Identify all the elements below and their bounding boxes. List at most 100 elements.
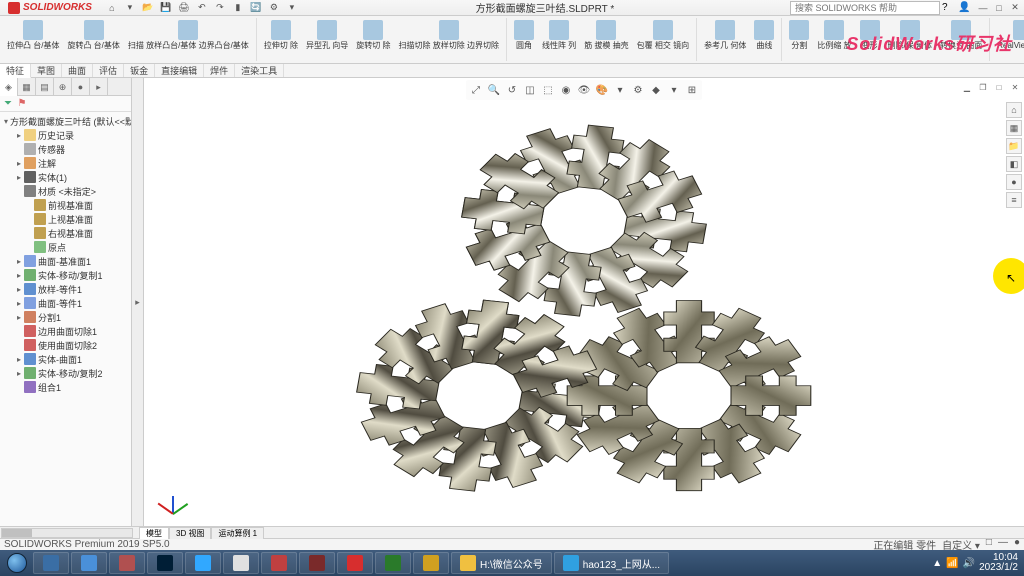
tree-node[interactable]: ▸实体(1) [0,170,131,184]
view-triad[interactable] [152,478,192,518]
tree-node[interactable]: ▸放样-等件1 [0,282,131,296]
status-item[interactable]: ● [1014,537,1020,552]
graphics-viewport[interactable]: ⤢ 🔍 ↺ ◫ ⬚ ◉ 👁 🎨 ▾ ⚙ ◆ ▾ ⊞ ▁ ❐ □ ✕ ⌂ ▦ 📁 … [144,78,1024,526]
motion-tab[interactable]: 运动算例 1 [211,527,264,539]
panel-flyout-handle[interactable]: ▸ [132,78,144,526]
help-icon[interactable]: ? [942,2,956,13]
ribbon-button[interactable]: 圆角 [511,18,537,52]
mdi-close-button[interactable]: ✕ [1008,80,1022,94]
dropdown-icon[interactable]: ▾ [284,1,300,15]
taskbar-app[interactable] [261,552,297,574]
redo-icon[interactable]: ↷ [212,1,228,15]
status-item[interactable]: — [998,537,1008,552]
user-icon[interactable]: 👤 [958,2,972,13]
ribbon-button[interactable]: 拉伸凸 台/基体 [4,18,62,52]
custom-props-icon[interactable]: ≡ [1006,192,1022,208]
panel-overflow[interactable]: ▸ [90,78,108,96]
tree-node[interactable]: 原点 [0,240,131,254]
taskbar-app[interactable] [413,552,449,574]
flag-icon[interactable]: ⚑ [16,98,28,110]
home-icon[interactable]: ⌂ [104,1,120,15]
panel-tab[interactable]: ⊕ [54,78,72,96]
cmd-tab[interactable]: 焊件 [204,64,235,77]
ribbon-button[interactable]: 曲线 [751,18,777,52]
sw-resources-icon[interactable]: ⌂ [1006,102,1022,118]
mdi-min-button[interactable]: ▁ [960,80,974,94]
taskbar-app[interactable] [33,552,69,574]
tree-node[interactable]: 边用曲面切除1 [0,324,131,338]
tree-node[interactable]: 传感器 [0,142,131,156]
open-icon[interactable]: 📂 [140,1,156,15]
tree-node[interactable]: ▸实体-移动/复制2 [0,366,131,380]
motion-tab[interactable]: 模型 [139,527,169,539]
taskbar-app[interactable] [71,552,107,574]
panel-tab[interactable]: ▤ [36,78,54,96]
minimize-button[interactable]: — [976,1,990,15]
tree-node[interactable]: 前视基准面 [0,198,131,212]
ribbon-button[interactable]: 包覆 相交 镜向 [634,18,692,52]
ribbon-button[interactable]: 分割 [786,18,812,52]
taskbar-app[interactable] [223,552,259,574]
cmd-tab[interactable]: 直接编辑 [155,64,204,77]
ribbon-button[interactable]: 扫描 放样凸台/基体 边界凸台/基体 [125,18,252,52]
ribbon-button[interactable]: 拉伸切 除 [261,18,301,52]
cmd-tab[interactable]: 评估 [93,64,124,77]
taskbar-app[interactable] [299,552,335,574]
filter-icon[interactable]: ⏷ [2,98,14,110]
tree-node[interactable]: ▸曲面-基准面1 [0,254,131,268]
tree-root[interactable]: ▾方形截面螺旋三叶结 (默认<<默认>_显 [0,114,131,128]
system-tray[interactable]: ▲ 📶 🔊 10:04 2023/1/2 [932,553,1022,573]
panel-tab[interactable]: ▦ [18,78,36,96]
print-icon[interactable]: 🖨 [176,1,192,15]
tree-node[interactable]: 上视基准面 [0,212,131,226]
status-item[interactable]: 正在编辑 零件 [873,537,936,552]
tray-vol-icon[interactable]: 🔊 [963,558,975,569]
design-lib-icon[interactable]: ▦ [1006,120,1022,136]
cmd-tab[interactable]: 渲染工具 [235,64,284,77]
taskbar-window[interactable]: hao123_上网从... [554,552,669,574]
tree-node[interactable]: ▸历史记录 [0,128,131,142]
ribbon-button[interactable]: 异型孔 向导 [303,18,351,52]
panel-tab[interactable]: ◈ [0,78,18,96]
ribbon-button[interactable]: 旋转凸 台/基体 [64,18,122,52]
taskbar-clock[interactable]: 10:04 2023/1/2 [979,553,1018,573]
h-scrollbar[interactable] [1,528,133,538]
help-search-input[interactable] [790,1,940,15]
new-icon[interactable]: ▾ [122,1,138,15]
mdi-restore-button[interactable]: ❐ [976,80,990,94]
select-icon[interactable]: ▮ [230,1,246,15]
save-icon[interactable]: 💾 [158,1,174,15]
tray-flag-icon[interactable]: ▲ [932,558,942,569]
close-button[interactable]: ✕ [1008,1,1022,15]
tree-node[interactable]: 材质 <未指定> [0,184,131,198]
mdi-max-button[interactable]: □ [992,80,1006,94]
cmd-tab[interactable]: 特征 [0,64,31,78]
options-icon[interactable]: ⚙ [266,1,282,15]
start-button[interactable] [2,551,32,575]
tree-node[interactable]: ▸注解 [0,156,131,170]
motion-tab[interactable]: 3D 视图 [169,527,211,539]
undo-icon[interactable]: ↶ [194,1,210,15]
taskbar-app[interactable] [147,552,183,574]
ribbon-button[interactable]: 旋转切 除 [353,18,393,52]
tree-node[interactable]: 组合1 [0,380,131,394]
tree-node[interactable]: ▸曲面-等件1 [0,296,131,310]
panel-tab[interactable]: ● [72,78,90,96]
status-item[interactable]: 自定义 ▾ [942,537,980,552]
ribbon-button[interactable]: 筋 拔模 抽壳 [581,18,631,52]
taskbar-app[interactable] [109,552,145,574]
taskbar-window[interactable]: H:\微信公众号 [451,552,552,574]
status-item[interactable]: □ [986,537,992,552]
taskbar-app[interactable] [185,552,221,574]
appearances-icon[interactable]: ● [1006,174,1022,190]
tree-node[interactable]: ▸实体-移动/复制1 [0,268,131,282]
maximize-button[interactable]: □ [992,1,1006,15]
view-palette-icon[interactable]: ◧ [1006,156,1022,172]
feature-tree[interactable]: ▾方形截面螺旋三叶结 (默认<<默认>_显▸历史记录传感器▸注解▸实体(1)材质… [0,112,131,526]
ribbon-button[interactable]: 扫描切除 放样切除 边界切除 [396,18,502,52]
tray-net-icon[interactable]: 📶 [946,558,958,569]
cmd-tab[interactable]: 曲面 [62,64,93,77]
tree-node[interactable]: ▸分割1 [0,310,131,324]
cmd-tab[interactable]: 钣金 [124,64,155,77]
rebuild-icon[interactable]: 🔄 [248,1,264,15]
